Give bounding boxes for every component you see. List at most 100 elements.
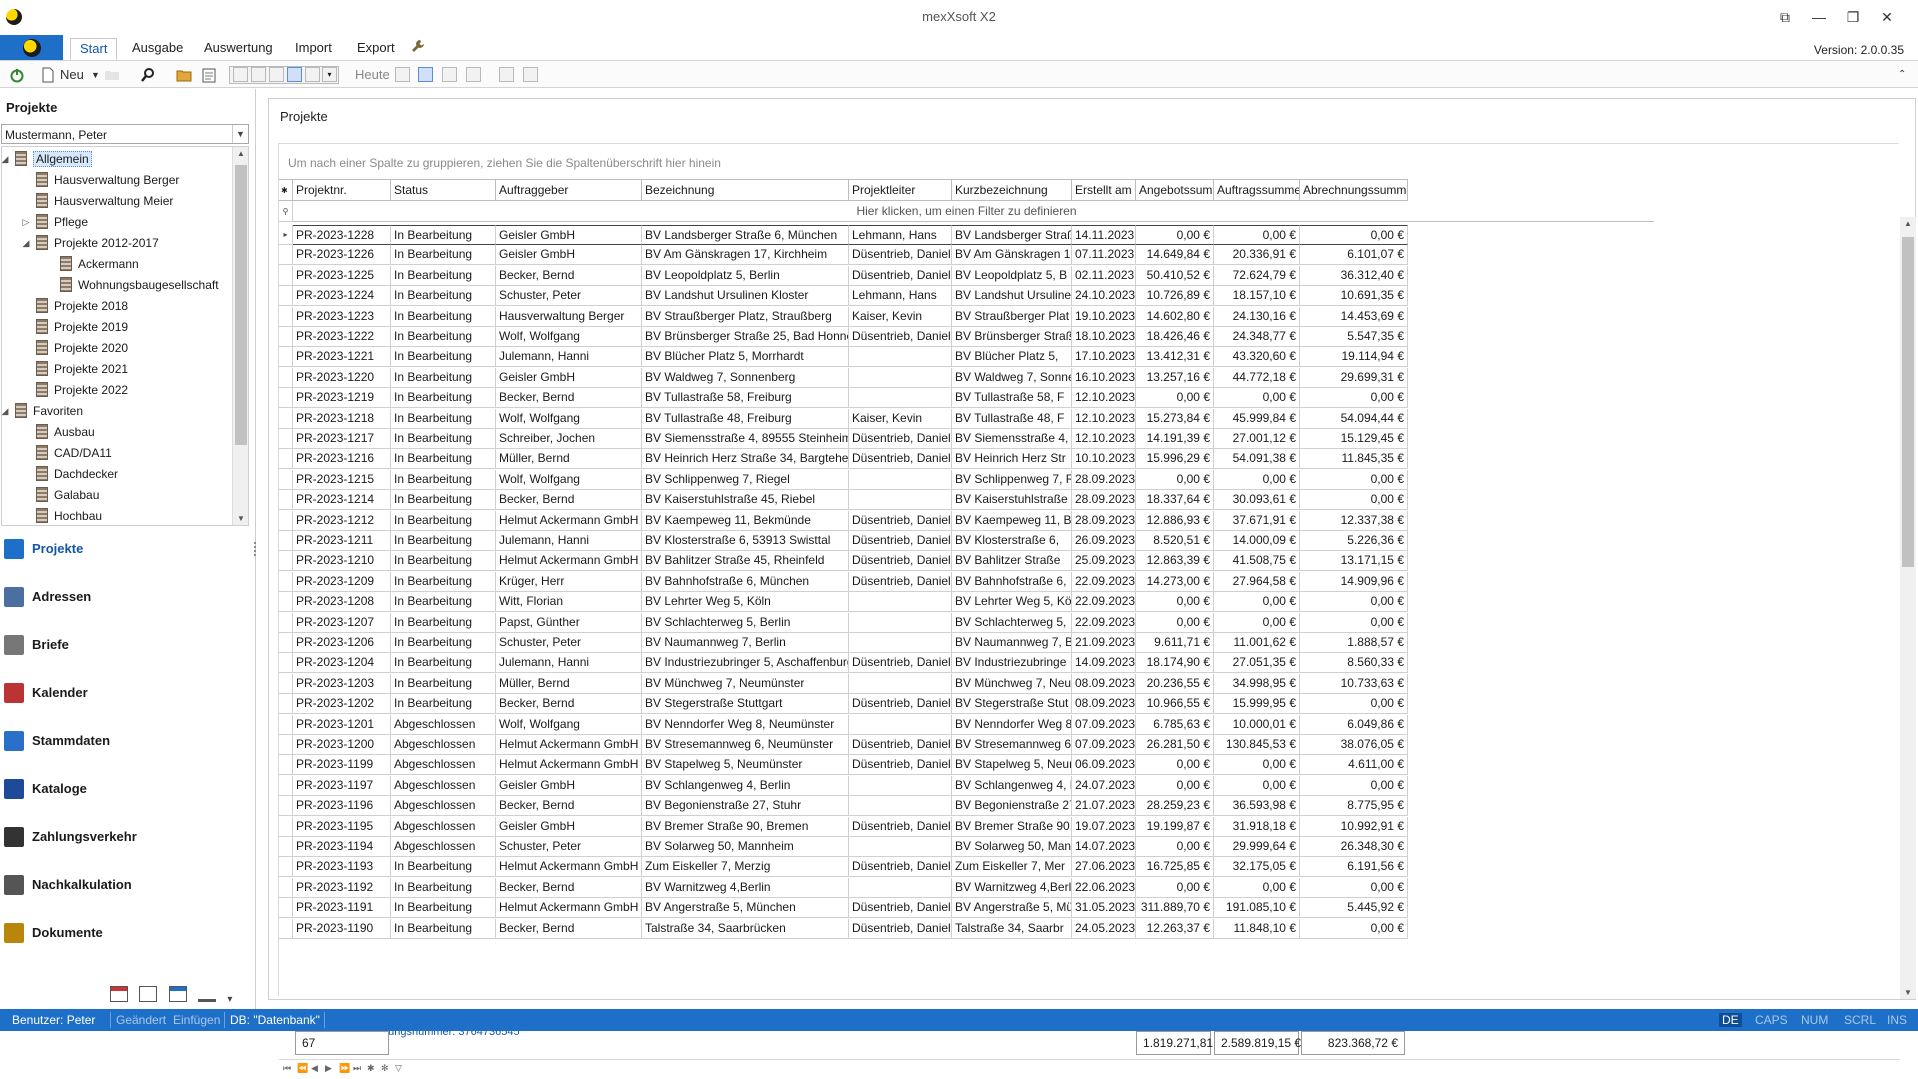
cell-auftragssumme[interactable]: 72.624,79 € — [1214, 265, 1300, 286]
row-indicator[interactable] — [279, 531, 293, 551]
tree-item[interactable]: Favoriten — [15, 401, 83, 421]
row-indicator[interactable] — [279, 429, 293, 449]
cell-kurzbezeichnung[interactable]: BV Waldweg 7, Sonnen — [952, 367, 1072, 388]
cell-status[interactable]: In Bearbeitung — [391, 245, 496, 266]
view-mode-3-button[interactable] — [269, 67, 284, 82]
cell-projektleiter[interactable] — [849, 796, 952, 817]
table-row[interactable]: PR-2023-1218 In Bearbeitung Wolf, Wolfgang… — [279, 408, 1654, 429]
column-header-abrechnungssumme[interactable]: Abrechnungssumme — [1300, 179, 1408, 201]
cell-projektleiter[interactable]: Düsentrieb, Daniel — [849, 653, 952, 674]
cell-abrechnungssumme[interactable]: 0,00 € — [1300, 612, 1408, 633]
cell-auftragssumme[interactable]: 14.000,09 € — [1214, 531, 1300, 551]
column-header-bezeichnung[interactable]: Bezeichnung — [642, 179, 849, 201]
cell-projektleiter[interactable]: Düsentrieb, Daniel — [849, 857, 952, 878]
tab-start[interactable]: Start — [70, 38, 118, 60]
cell-auftragssumme[interactable]: 10.000,01 € — [1214, 714, 1300, 735]
cell-auftragssumme[interactable]: 0,00 € — [1214, 612, 1300, 633]
cell-status[interactable]: In Bearbeitung — [391, 225, 496, 245]
cell-auftraggeber[interactable]: Becker, Bernd — [496, 388, 642, 409]
cell-projektleiter[interactable]: Kaiser, Kevin — [849, 306, 952, 327]
cell-projektleiter[interactable]: Düsentrieb, Daniel — [849, 245, 952, 266]
cell-status[interactable]: In Bearbeitung — [391, 469, 496, 490]
table-row[interactable]: PR-2023-1199 Abgeschlossen Helmut Ackerman… — [279, 755, 1654, 776]
notes-icon[interactable] — [201, 67, 217, 83]
row-indicator[interactable] — [279, 306, 293, 327]
cell-angebotssumme[interactable]: 28.259,23 € — [1136, 796, 1214, 817]
prev-record-icon[interactable]: ◀ — [311, 1063, 318, 1074]
cell-projektleiter[interactable]: Düsentrieb, Daniel — [849, 735, 952, 755]
cell-auftraggeber[interactable]: Julemann, Hanni — [496, 347, 642, 368]
cell-kurzbezeichnung[interactable]: BV Heinrich Herz Str — [952, 449, 1072, 470]
table-row[interactable]: PR-2023-1196 Abgeschlossen Becker, Bernd BV… — [279, 796, 1654, 817]
row-indicator[interactable] — [279, 347, 293, 368]
table-row[interactable]: PR-2023-1204 In Bearbeitung Julemann, Hann… — [279, 653, 1654, 674]
cell-status[interactable]: Abgeschlossen — [391, 816, 496, 837]
cell-status[interactable]: In Bearbeitung — [391, 918, 496, 939]
cell-angebotssumme[interactable]: 26.281,50 € — [1136, 735, 1214, 755]
cell-abrechnungssumme[interactable]: 26.348,30 € — [1300, 837, 1408, 857]
table-row[interactable]: PR-2023-1200 Abgeschlossen Helmut Ackerman… — [279, 735, 1654, 755]
cell-angebotssumme[interactable]: 0,00 € — [1136, 469, 1214, 490]
cell-angebotssumme[interactable]: 12.863,39 € — [1136, 551, 1214, 572]
cell-kurzbezeichnung[interactable]: BV Tullastraße 48, F — [952, 408, 1072, 429]
cell-kurzbezeichnung[interactable]: BV Bremer Straße 90, — [952, 816, 1072, 837]
tab-auswertung[interactable]: Auswertung — [195, 38, 282, 60]
row-indicator[interactable] — [279, 714, 293, 735]
cell-erstellt-am[interactable]: 07.09.2023 — [1072, 735, 1136, 755]
cell-auftragssumme[interactable]: 130.845,53 € — [1214, 735, 1300, 755]
cell-erstellt-am[interactable]: 06.09.2023 — [1072, 755, 1136, 776]
cell-abrechnungssumme[interactable]: 0,00 € — [1300, 388, 1408, 409]
table-row[interactable]: PR-2023-1215 In Bearbeitung Wolf, Wolfgang… — [279, 469, 1654, 490]
cell-auftragssumme[interactable]: 30.093,61 € — [1214, 490, 1300, 511]
row-indicator[interactable] — [279, 837, 293, 857]
cell-kurzbezeichnung[interactable]: BV Naumannweg 7, Ber — [952, 633, 1072, 653]
cell-kurzbezeichnung[interactable]: BV Industriezubringe — [952, 653, 1072, 674]
cell-auftraggeber[interactable]: Schuster, Peter — [496, 837, 642, 857]
minimize-button[interactable]: — — [1804, 6, 1834, 28]
cell-projektleiter[interactable] — [849, 714, 952, 735]
cell-angebotssumme[interactable]: 0,00 € — [1136, 837, 1214, 857]
cell-erstellt-am[interactable]: 19.07.2023 — [1072, 816, 1136, 837]
table-row[interactable]: PR-2023-1193 In Bearbeitung Helmut Ackerma… — [279, 857, 1654, 878]
cell-status[interactable]: In Bearbeitung — [391, 633, 496, 653]
cell-erstellt-am[interactable]: 08.09.2023 — [1072, 673, 1136, 694]
cell-projektnr[interactable]: PR-2023-1211 — [293, 531, 391, 551]
table-row[interactable]: PR-2023-1216 In Bearbeitung Müller, Bernd B… — [279, 449, 1654, 470]
cell-bezeichnung[interactable]: Talstraße 34, Saarbrücken — [642, 918, 849, 939]
row-indicator[interactable] — [279, 633, 293, 653]
cell-auftraggeber[interactable]: Wolf, Wolfgang — [496, 714, 642, 735]
view-mode-1-button[interactable] — [233, 67, 248, 82]
cell-auftraggeber[interactable]: Geisler GmbH — [496, 225, 642, 245]
cell-kurzbezeichnung[interactable]: BV Leopoldplatz 5, B — [952, 265, 1072, 286]
scroll-up-icon[interactable]: ▲ — [233, 149, 248, 158]
cell-auftragssumme[interactable]: 43.320,60 € — [1214, 347, 1300, 368]
cell-kurzbezeichnung[interactable]: Talstraße 34, Saarbr — [952, 918, 1072, 939]
next-record-icon[interactable]: ▶ — [325, 1063, 332, 1074]
table-row[interactable]: PR-2023-1219 In Bearbeitung Becker, Bernd B… — [279, 388, 1654, 409]
cell-angebotssumme[interactable]: 10.726,89 € — [1136, 286, 1214, 307]
collapse-ribbon-icon[interactable]: ⌃ — [1898, 66, 1906, 84]
cell-bezeichnung[interactable]: BV Lehrter Weg 5, Köln — [642, 592, 849, 613]
prev-page-icon[interactable]: ⏪ — [297, 1063, 308, 1074]
row-indicator[interactable] — [279, 775, 293, 796]
cell-auftraggeber[interactable]: Becker, Bernd — [496, 796, 642, 817]
cell-status[interactable]: Abgeschlossen — [391, 714, 496, 735]
column-header-status[interactable]: Status — [391, 179, 496, 201]
tree-expander-icon[interactable]: ◢ — [2, 401, 10, 421]
column-header-angebotssumme[interactable]: Angebotssumme — [1136, 179, 1214, 201]
nav-item-adressen[interactable]: Adressen — [4, 583, 244, 611]
view-mode-2-button[interactable] — [251, 67, 266, 82]
cell-auftraggeber[interactable]: Julemann, Hanni — [496, 653, 642, 674]
cell-auftraggeber[interactable]: Geisler GmbH — [496, 367, 642, 388]
cell-kurzbezeichnung[interactable]: BV Solarweg 50, Mann — [952, 837, 1072, 857]
tree-item[interactable]: Projekte 2021 — [36, 359, 128, 379]
cell-angebotssumme[interactable]: 18.337,64 € — [1136, 490, 1214, 511]
nav-item-zahlungsverkehr[interactable]: Zahlungsverkehr — [4, 823, 244, 851]
cell-kurzbezeichnung[interactable]: BV Blücher Platz 5, — [952, 347, 1072, 368]
cell-kurzbezeichnung[interactable]: BV Stegerstraße Stut — [952, 694, 1072, 715]
table-row[interactable]: PR-2023-1223 In Bearbeitung Hausverwaltung… — [279, 306, 1654, 327]
tree-item[interactable]: Projekte 2019 — [36, 317, 128, 337]
cell-auftragssumme[interactable]: 0,00 € — [1214, 775, 1300, 796]
row-indicator[interactable] — [279, 490, 293, 511]
new-dropdown-arrow-icon[interactable]: ▼ — [91, 66, 100, 84]
